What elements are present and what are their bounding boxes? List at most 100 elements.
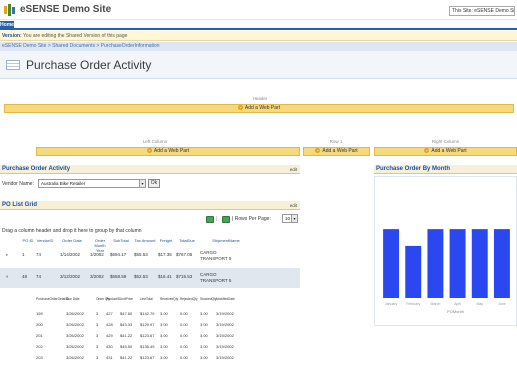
detail-cell: 3 (96, 344, 99, 349)
add-icon: + (237, 105, 243, 111)
detail-column-header[interactable]: LineTotal (140, 297, 153, 302)
rows-per-page-label: | Rows Per Page: (232, 216, 271, 222)
add-web-part-label: Add a Web Part (322, 148, 358, 154)
grid-cell: $17.35 (158, 252, 172, 257)
detail-cell: 3/26/2002 (66, 311, 84, 316)
page-title-area: Purchase Order Activity (0, 51, 517, 79)
detail-cell: 3 (96, 355, 99, 360)
grid-cell: $694.17 (110, 252, 127, 257)
grid-cell: $767.05 (176, 252, 193, 257)
grid-cell: 1 (22, 252, 25, 257)
detail-cell: $41.22 (120, 355, 133, 360)
vendor-select[interactable]: Australia Bike Retailer ▾ (38, 179, 146, 188)
grid-cell: $658.59 (110, 274, 127, 279)
chart-bar[interactable] (493, 229, 510, 298)
grid-cell: $52.53 (134, 274, 148, 279)
po-activity-header: Purchase Order Activity edit (0, 165, 300, 174)
grid-column-header[interactable]: Freight (158, 238, 174, 243)
grid-row-1-bg (0, 248, 300, 266)
group-by-hint: Drag a column header and drop it here to… (2, 228, 142, 234)
zone-label-header: Header (252, 96, 268, 101)
add-web-part-row1[interactable]: + Add a Web Part (303, 147, 370, 156)
add-icon: + (424, 148, 430, 154)
export-excel-icon[interactable] (206, 216, 214, 223)
export-icon[interactable] (222, 216, 230, 223)
grid-cell: 1/14/2002 (60, 252, 81, 257)
detail-column-header[interactable]: RejectedQty (180, 297, 198, 302)
chart-bar[interactable] (449, 229, 466, 298)
grid-cell: $55.53 (134, 252, 148, 257)
detail-column-header[interactable]: StockedQty (200, 297, 216, 302)
breadcrumb[interactable]: eSENSE Demo Site > Shared Documents > Pu… (0, 42, 517, 51)
detail-cell: $123.67 (140, 333, 155, 338)
detail-cell: 3 (96, 333, 99, 338)
detail-cell: $129.97 (140, 322, 155, 327)
chart-tick-label: April (454, 302, 461, 306)
detail-cell: $142.79 (140, 311, 155, 316)
detail-cell: 200 (36, 322, 43, 327)
tab-home[interactable]: Home (0, 21, 14, 30)
po-grid-edit-link[interactable]: edit (290, 201, 297, 210)
detail-cell: $41.22 (120, 333, 133, 338)
detail-column-header[interactable]: UnitPrice (120, 297, 133, 302)
detail-column-header[interactable]: ReceivedQty (160, 297, 178, 302)
version-text: You are editing the Shared Version of th… (23, 33, 128, 39)
add-web-part-header[interactable]: + Add a Web Part (4, 104, 514, 113)
add-web-part-right[interactable]: + Add a Web Part (374, 147, 517, 156)
add-web-part-left[interactable]: + Add a Web Part (36, 147, 300, 156)
rows-per-page-select[interactable]: 10 ▾ (282, 214, 298, 223)
po-grid-title: PO List Grid (2, 202, 38, 208)
detail-cell: 3/26/2002 (66, 322, 84, 327)
detail-column-header[interactable]: PurchaseOrderDetailID (36, 297, 69, 302)
grid-column-header[interactable]: Tax Amount (134, 238, 156, 243)
grid-column-header[interactable]: VendorID (36, 238, 54, 243)
chart-bar[interactable] (383, 229, 400, 298)
page-title: Purchase Order Activity (26, 58, 152, 72)
add-web-part-label: Add a Web Part (153, 148, 190, 154)
zone-label-left: Left Column (142, 139, 168, 144)
collapse-row-icon[interactable]: ▾ (6, 274, 8, 280)
detail-cell: 0.00 (180, 322, 188, 327)
grid-column-header[interactable]: SubTotal (110, 238, 132, 243)
chart-tick-label: May (476, 302, 483, 306)
grid-column-header[interactable]: PO ID (22, 238, 34, 243)
detail-column-header[interactable]: ProductID (106, 297, 120, 302)
site-title[interactable]: eSENSE Demo Site (20, 4, 111, 15)
chart-bar[interactable] (471, 229, 488, 298)
rows-per-page-text: Rows Per Page: (234, 216, 271, 222)
detail-cell: $45.50 (120, 344, 133, 349)
detail-cell: 3.00 (160, 322, 168, 327)
grid-column-header[interactable]: Order Month Year (90, 238, 110, 253)
detail-cell: $47.60 (120, 311, 133, 316)
grid-cell: 3/2002 (90, 274, 104, 279)
ok-button[interactable]: Ok (148, 179, 160, 188)
detail-cell: $136.49 (140, 344, 155, 349)
search-scope-select[interactable]: This Site: eSENSE Demo Site (449, 6, 515, 16)
grid-cell: CARGO TRANSPORT 5 (200, 272, 232, 283)
chart-bar[interactable] (427, 229, 444, 298)
detail-cell: 3.00 (160, 344, 168, 349)
chart-bar[interactable] (405, 245, 422, 298)
grid-cell: $715.53 (176, 274, 193, 279)
add-icon: + (315, 148, 321, 154)
grid-column-header[interactable]: Order Date (60, 238, 84, 243)
detail-column-header[interactable]: Due Date (66, 297, 79, 302)
detail-column-header[interactable]: ModifiedDate (216, 297, 235, 302)
grid-cell: 74 (36, 252, 42, 257)
zone-label-right: Right Column (431, 139, 460, 144)
detail-cell: 3/26/2002 (66, 355, 84, 360)
detail-cell: 3/19/2002 (216, 333, 234, 338)
grid-column-header[interactable]: ShipmentName (200, 238, 252, 243)
detail-cell: 0.00 (180, 355, 188, 360)
detail-cell: 3.00 (200, 333, 208, 338)
expand-row-icon[interactable]: ▸ (6, 252, 8, 258)
detail-cell: 427 (106, 311, 113, 316)
grid-cell: $16.41 (158, 274, 172, 279)
detail-cell: 3.00 (200, 322, 208, 327)
grid-column-header[interactable]: TotalDue (176, 238, 198, 243)
detail-cell: 3 (96, 322, 99, 327)
chart-tick-label: March (431, 302, 441, 306)
detail-cell: 3/19/2002 (216, 322, 234, 327)
po-activity-edit-link[interactable]: edit (290, 165, 297, 174)
detail-cell: 3.00 (160, 311, 168, 316)
